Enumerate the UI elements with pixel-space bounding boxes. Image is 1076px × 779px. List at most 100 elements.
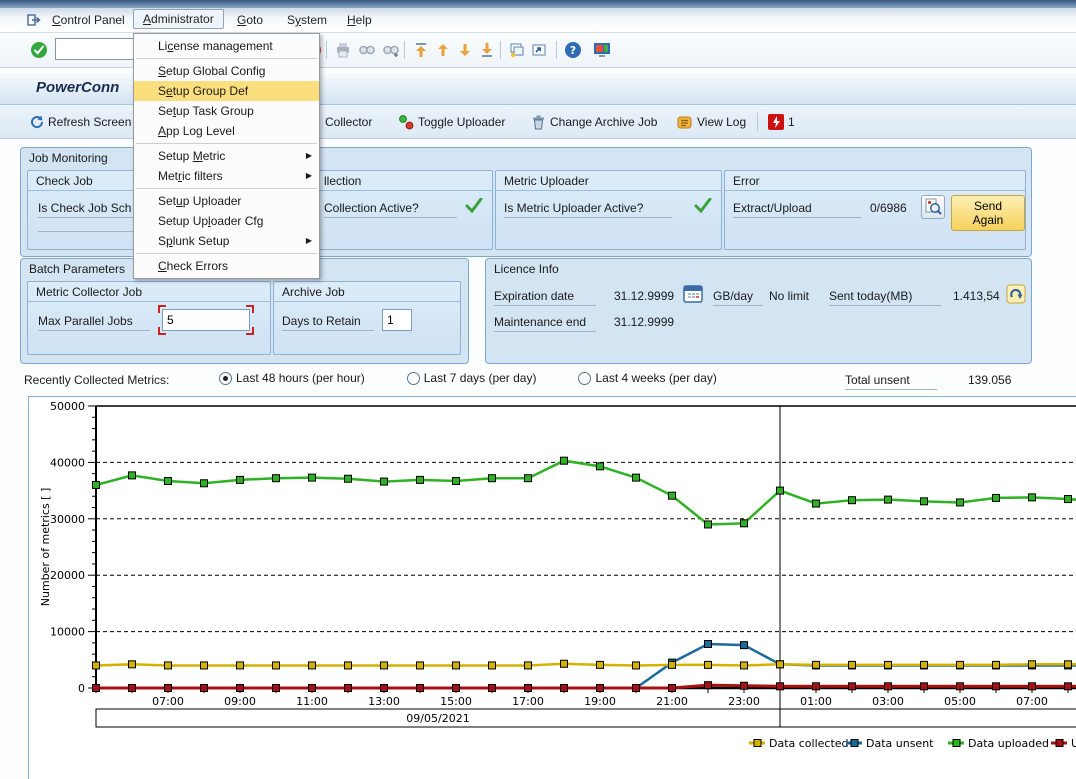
exit-icon[interactable] <box>26 13 42 30</box>
cursor-corner <box>246 305 254 313</box>
svg-text:U: U <box>1071 737 1076 750</box>
panel-title: Error <box>725 171 1025 191</box>
svg-text:50000: 50000 <box>50 400 85 413</box>
menu-system[interactable]: System <box>283 11 331 29</box>
error-badge[interactable]: 1 <box>768 113 795 131</box>
svg-text:20000: 20000 <box>50 569 85 582</box>
menu-item-setup-metric[interactable]: Setup Metric▶ <box>134 146 319 166</box>
licence-info-group: Licence Info Expiration date 31.12.9999 … <box>485 258 1032 364</box>
menu-item-setup-task-group[interactable]: Setup Task Group <box>134 101 319 121</box>
svg-text:13:00: 13:00 <box>368 695 400 708</box>
panel-title: Metric Collector Job <box>28 282 270 302</box>
first-page-icon[interactable] <box>412 41 430 59</box>
view-log-button[interactable]: View Log <box>676 113 746 131</box>
show-error-details-button[interactable] <box>921 195 945 219</box>
toggle-icon <box>398 114 414 130</box>
svg-text:21:00: 21:00 <box>656 695 688 708</box>
help-icon[interactable]: ? <box>564 41 582 59</box>
max-parallel-jobs-label: Max Parallel Jobs <box>38 314 150 331</box>
refresh-screen-button[interactable]: Refresh Screen <box>28 113 131 131</box>
cursor-corner <box>158 327 166 335</box>
group-title: Batch Parameters <box>29 262 125 276</box>
gb-day-value: No limit <box>769 289 809 303</box>
menu-item-metric-filters[interactable]: Metric filters▶ <box>134 166 319 186</box>
svg-text:03:00: 03:00 <box>872 695 904 708</box>
svg-text:Data collected: Data collected <box>769 737 849 750</box>
svg-text:40000: 40000 <box>50 456 85 469</box>
menu-item-check-errors[interactable]: Check Errors <box>134 256 319 276</box>
svg-text:10000: 10000 <box>50 626 85 639</box>
menu-item-setup-uploader-cfg[interactable]: Setup Uploader Cfg <box>134 211 319 231</box>
metrics-period-bar: Recently Collected Metrics: Last 48 hour… <box>0 366 1076 394</box>
radio-label: Last 48 hours (per hour) <box>236 371 365 385</box>
svg-text:07:00: 07:00 <box>152 695 184 708</box>
radio-last-48-hours-per-hour[interactable]: Last 48 hours (per hour) <box>219 371 365 385</box>
max-parallel-jobs-input[interactable] <box>162 309 250 331</box>
svg-text:07:00: 07:00 <box>1016 695 1048 708</box>
refresh-sent-icon[interactable] <box>1006 284 1026 307</box>
menu-item-app-log-level[interactable]: App Log Level <box>134 121 319 141</box>
previous-page-icon[interactable] <box>434 41 452 59</box>
next-page-icon[interactable] <box>456 41 474 59</box>
date-picker-icon[interactable] <box>683 284 703 307</box>
error-panel: Error Extract/Upload 0/6986 Send Again <box>724 170 1026 250</box>
days-to-retain-input[interactable] <box>382 309 412 331</box>
customize-layout-icon[interactable] <box>592 41 610 59</box>
menu-item-setup-uploader[interactable]: Setup Uploader <box>134 191 319 211</box>
metrics-bar-label: Recently Collected Metrics: <box>24 373 169 387</box>
group-title: Job Monitoring <box>29 151 108 165</box>
find-icon[interactable] <box>358 41 376 59</box>
group-title: Licence Info <box>494 262 559 276</box>
cursor-corner <box>158 305 166 313</box>
maintenance-end-label: Maintenance end <box>494 315 596 332</box>
svg-text:30000: 30000 <box>50 513 85 526</box>
green-check-icon <box>465 198 483 216</box>
toolbar-separator <box>500 41 501 59</box>
new-session-icon[interactable] <box>508 41 526 59</box>
extract-upload-value: 0/6986 <box>870 201 907 215</box>
archive-job-panel: Archive Job Days to Retain <box>273 281 461 355</box>
find-next-icon[interactable] <box>382 41 400 59</box>
svg-text:0: 0 <box>78 682 85 695</box>
last-page-icon[interactable] <box>478 41 496 59</box>
menu-item-setup-group-def[interactable]: Setup Group Def <box>134 81 319 101</box>
menu-administrator[interactable]: Administrator <box>133 9 224 29</box>
radio-last-7-days-per-day[interactable]: Last 7 days (per day) <box>407 371 537 385</box>
flash-icon <box>768 114 784 130</box>
menu-help[interactable]: Help <box>343 11 376 29</box>
radio-last-4-weeks-per-day[interactable]: Last 4 weeks (per day) <box>578 371 716 385</box>
green-check-icon <box>694 198 712 216</box>
svg-text:Data unsent: Data unsent <box>866 737 934 750</box>
send-again-button[interactable]: Send Again <box>951 195 1025 231</box>
change-archive-job-button[interactable]: Change Archive Job <box>530 113 657 131</box>
metrics-period-options: Last 48 hours (per hour) Last 7 days (per… <box>219 371 759 388</box>
administrator-menu: License managementSetup Global ConfigSet… <box>133 33 320 279</box>
metrics-chart: 0100002000030000400005000007:0009:0011:0… <box>29 397 1076 779</box>
expiration-date-value: 31.12.9999 <box>614 289 674 303</box>
create-shortcut-icon[interactable] <box>530 41 548 59</box>
svg-text:05:00: 05:00 <box>944 695 976 708</box>
toggle-collector-button[interactable]: Collector <box>325 113 372 131</box>
menu-separator <box>136 58 317 59</box>
print-icon[interactable] <box>334 41 352 59</box>
toggle-uploader-button[interactable]: Toggle Uploader <box>398 113 505 131</box>
toolbar-separator <box>404 41 405 59</box>
menu-item-setup-global-config[interactable]: Setup Global Config <box>134 61 319 81</box>
sap-window: Control PanelAdministrator Goto System Help <box>0 0 1076 779</box>
radio-label: Last 4 weeks (per day) <box>595 371 716 385</box>
radio-icon <box>407 372 420 385</box>
enter-icon[interactable] <box>30 41 48 59</box>
menu-item-splunk-setup[interactable]: Splunk Setup▶ <box>134 231 319 251</box>
menu-separator <box>136 143 317 144</box>
svg-text:Number of metrics [ ]: Number of metrics [ ] <box>39 488 52 607</box>
menu-item-license-management[interactable]: License management <box>134 36 319 56</box>
page-title: PowerConn <box>36 79 119 96</box>
submenu-arrow-icon: ▶ <box>306 146 312 166</box>
total-unsent-label: Total unsent <box>845 373 937 390</box>
refresh-icon <box>28 114 44 130</box>
menu-control-panel[interactable]: Control Panel <box>48 11 129 29</box>
svg-text:09:00: 09:00 <box>224 695 256 708</box>
window-top-strip <box>0 0 1076 8</box>
menu-goto[interactable]: Goto <box>233 11 267 29</box>
radio-icon <box>578 372 591 385</box>
